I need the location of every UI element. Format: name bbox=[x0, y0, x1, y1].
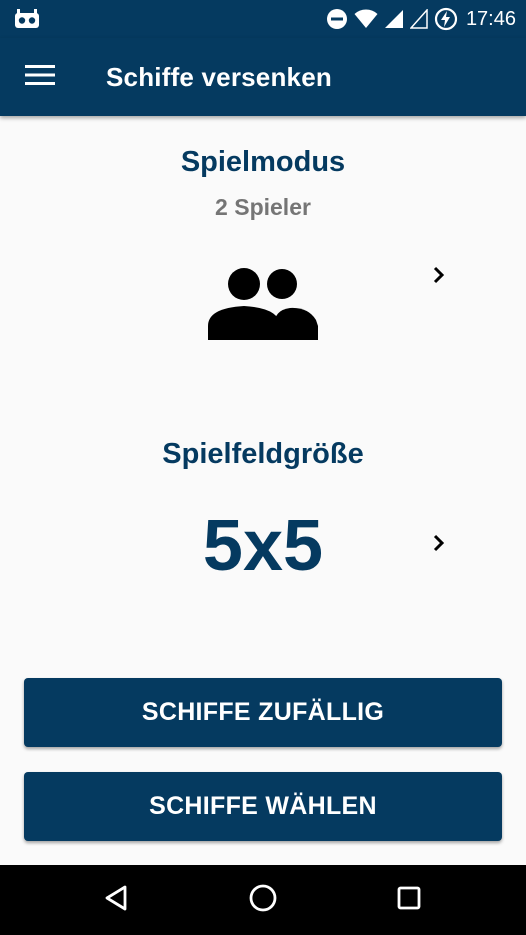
choose-ships-button[interactable]: SCHIFFE WÄHLEN bbox=[24, 772, 502, 841]
menu-button[interactable] bbox=[14, 52, 66, 102]
game-mode-next-button[interactable] bbox=[427, 263, 451, 287]
status-time: 17:46 bbox=[465, 7, 516, 30]
app-title: Schiffe versenken bbox=[106, 62, 332, 92]
hamburger-menu-icon bbox=[25, 64, 55, 91]
do-not-disturb-icon bbox=[326, 8, 348, 30]
recent-apps-button[interactable] bbox=[391, 882, 427, 918]
chevron-right-icon bbox=[427, 266, 451, 291]
game-mode-title: Spielmodus bbox=[180, 146, 346, 178]
game-mode-value: 2 Spieler bbox=[215, 194, 311, 220]
chevron-right-icon bbox=[427, 534, 451, 559]
status-bar: 17:46 bbox=[0, 0, 526, 38]
empty-signal-icon bbox=[409, 9, 428, 29]
random-ships-button[interactable]: SCHIFFE ZUFÄLLIG bbox=[24, 678, 502, 747]
notification-app-icon bbox=[14, 9, 40, 29]
navigation-bar bbox=[0, 865, 526, 935]
battery-charging-icon bbox=[434, 7, 458, 31]
field-size-title: Spielfeldgröße bbox=[162, 438, 364, 470]
app-bar: Schiffe versenken bbox=[0, 38, 526, 116]
cell-signal-icon bbox=[384, 9, 404, 29]
back-icon bbox=[102, 884, 130, 917]
two-people-icon[interactable] bbox=[208, 268, 318, 340]
status-icons: 17:46 bbox=[326, 0, 516, 38]
recent-apps-icon bbox=[395, 884, 423, 917]
back-button[interactable] bbox=[98, 882, 134, 918]
field-size-next-button[interactable] bbox=[427, 531, 451, 555]
main-content: Spielmodus 2 Spieler Spielfeldgröße 5x5 … bbox=[0, 116, 526, 865]
home-button[interactable] bbox=[245, 882, 281, 918]
home-icon bbox=[247, 882, 279, 919]
wifi-icon bbox=[354, 9, 378, 29]
